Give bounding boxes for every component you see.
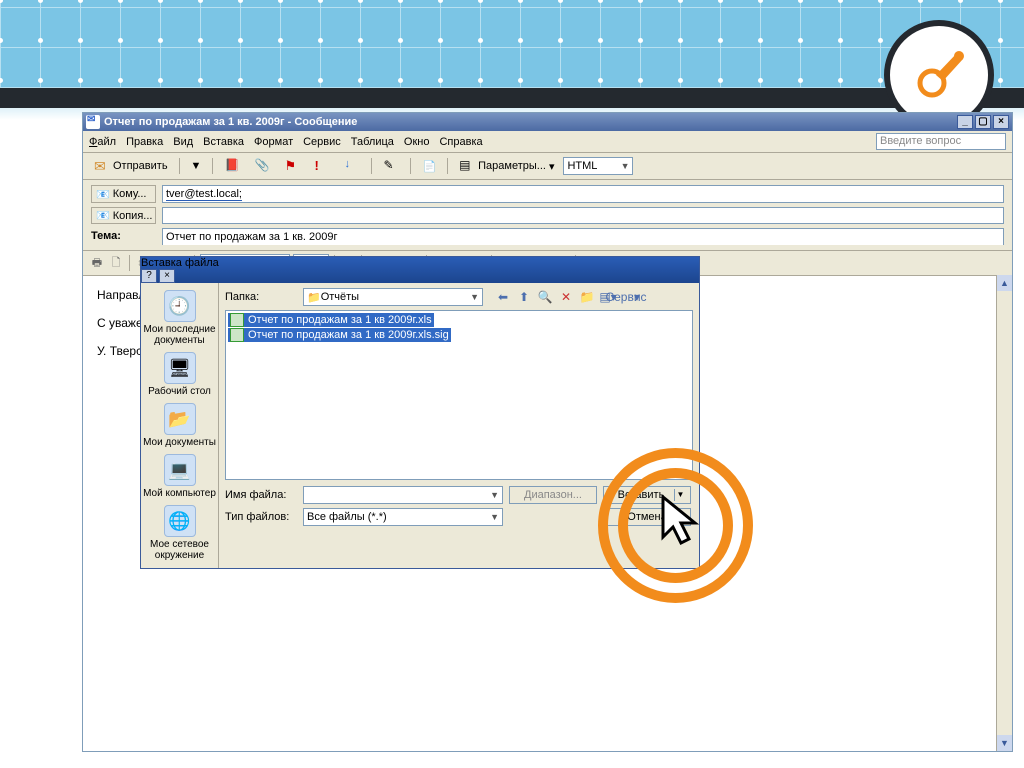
check-icon: [254, 158, 270, 174]
filename-input[interactable]: ▼: [303, 486, 503, 504]
slide-grid-bg: [0, 0, 1024, 88]
address-book-button[interactable]: [219, 156, 245, 176]
search-web-icon[interactable]: 🔍: [537, 289, 553, 305]
signature-button[interactable]: [378, 156, 404, 176]
options-button[interactable]: Параметры... ▾: [454, 156, 559, 176]
cursor-icon: [659, 495, 703, 551]
new-folder-icon[interactable]: 📁: [579, 289, 595, 305]
folder-label: Папка:: [225, 291, 297, 303]
places-bar: 🕘Мои последние документы 🖥Рабочий стол 📂…: [141, 283, 219, 568]
slide-dark-band: [0, 88, 1024, 108]
print-icon[interactable]: 🖶: [89, 255, 105, 271]
importance-high-button[interactable]: [309, 156, 335, 176]
dialog-title: Вставка файла: [141, 257, 219, 269]
titlebar: Отчет по продажам за 1 кв. 2009г - Сообщ…: [83, 113, 1012, 131]
menu-table[interactable]: Таблица: [351, 136, 394, 148]
xls-icon: [230, 313, 244, 327]
menu-bar: ФФайлайл Правка Вид Вставка Формат Серви…: [83, 131, 1012, 153]
flag-button[interactable]: [279, 156, 305, 176]
maximize-button[interactable]: ▢: [975, 115, 991, 129]
place-mydocs[interactable]: 📂Мои документы: [141, 400, 218, 451]
check-names-button[interactable]: [249, 156, 275, 176]
subject-label: Тема:: [91, 228, 156, 245]
place-recent[interactable]: 🕘Мои последние документы: [141, 287, 218, 349]
menu-help[interactable]: Справка: [439, 136, 482, 148]
menu-edit[interactable]: Правка: [126, 136, 163, 148]
window-title: Отчет по продажам за 1 кв. 2009г - Сообщ…: [104, 116, 957, 128]
accounts-button[interactable]: ▼: [186, 158, 207, 174]
signature-icon: [383, 158, 399, 174]
dialog-help-button[interactable]: ?: [141, 269, 157, 283]
delete-icon[interactable]: ✕: [558, 289, 574, 305]
send-icon: [94, 158, 110, 174]
close-button[interactable]: ×: [993, 115, 1009, 129]
ask-question-input[interactable]: Введите вопрос: [876, 133, 1006, 150]
place-desktop[interactable]: 🖥Рабочий стол: [141, 349, 218, 400]
menu-format[interactable]: Формат: [254, 136, 293, 148]
importance-low-button[interactable]: [339, 156, 365, 176]
place-network[interactable]: 🌐Мое сетевое окружение: [141, 502, 218, 564]
range-button[interactable]: Диапазон...: [509, 486, 597, 504]
tools-menu[interactable]: Сервис ▾: [621, 289, 637, 305]
message-icon: [86, 115, 100, 129]
folder-combo[interactable]: 📁 Отчёты▼: [303, 288, 483, 306]
to-input[interactable]: tver@test.local;: [162, 185, 1004, 203]
menu-insert[interactable]: Вставка: [203, 136, 244, 148]
menu-view[interactable]: Вид: [173, 136, 193, 148]
scroll-down-icon[interactable]: ▼: [997, 735, 1012, 751]
options-icon: [459, 158, 475, 174]
dialog-close-button[interactable]: ×: [159, 269, 175, 283]
cc-input[interactable]: [162, 207, 1004, 224]
menu-window[interactable]: Окно: [404, 136, 430, 148]
menu-file[interactable]: ФФайлайл: [89, 136, 116, 148]
file-item-0[interactable]: Отчет по продажам за 1 кв 2009г.xls: [228, 313, 434, 327]
filetype-label: Тип файлов:: [225, 511, 297, 523]
minimize-button[interactable]: _: [957, 115, 973, 129]
to-button[interactable]: 📧 Кому...: [91, 185, 156, 203]
filetype-combo[interactable]: Все файлы (*.*)▼: [303, 508, 503, 526]
attach-button[interactable]: 📄: [417, 158, 441, 175]
book-icon: [224, 158, 240, 174]
dialog-titlebar: Вставка файла ? ×: [141, 257, 699, 283]
back-icon[interactable]: ⬅: [495, 289, 511, 305]
importance-low-icon: [344, 158, 360, 174]
scroll-up-icon[interactable]: ▲: [997, 275, 1012, 291]
flag-icon: [284, 158, 300, 174]
importance-high-icon: [314, 158, 330, 174]
menu-tools[interactable]: Сервис: [303, 136, 341, 148]
file-list[interactable]: Отчет по продажам за 1 кв 2009г.xls Отче…: [225, 310, 693, 480]
send-button[interactable]: Отправить: [89, 156, 173, 176]
up-one-level-icon[interactable]: ⬆: [516, 289, 532, 305]
filename-label: Имя файла:: [225, 489, 297, 501]
format-mode-combo[interactable]: HTML▼: [563, 157, 633, 175]
main-toolbar: Отправить ▼ 📄 Параметры... ▾ HTML▼: [83, 153, 1012, 180]
vertical-scrollbar[interactable]: ▲ ▼: [996, 275, 1012, 751]
place-mycomputer[interactable]: 💻Мой компьютер: [141, 451, 218, 502]
file-item-1[interactable]: Отчет по продажам за 1 кв 2009г.xls.sig: [228, 328, 451, 342]
subject-input[interactable]: Отчет по продажам за 1 кв. 2009г: [162, 228, 1004, 245]
header-fields: 📧 Кому... tver@test.local; 📧 Копия... Те…: [83, 180, 1012, 251]
print-preview-icon[interactable]: 🗋: [108, 255, 124, 271]
cc-button[interactable]: 📧 Копия...: [91, 207, 156, 224]
sig-icon: [230, 328, 244, 342]
